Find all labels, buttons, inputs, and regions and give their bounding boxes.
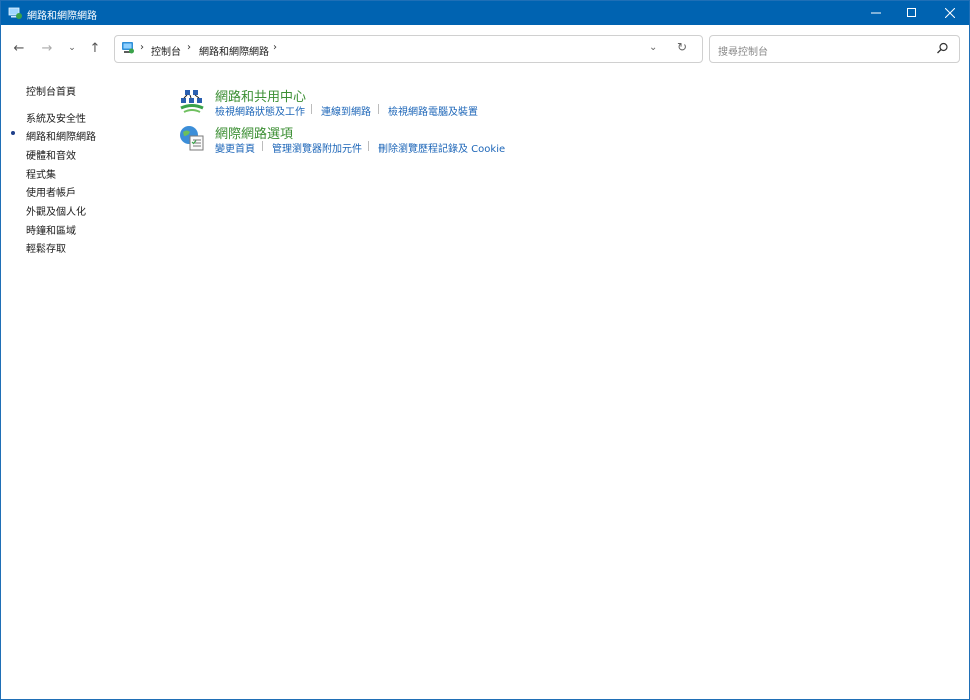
search-icon[interactable] (936, 42, 949, 55)
network-app-icon (8, 7, 22, 19)
search-box[interactable]: 搜尋控制台 (709, 35, 960, 63)
task-manage-browser-addons[interactable]: 管理瀏覽器附加元件 (272, 140, 362, 155)
breadcrumb-separator-icon[interactable]: › (273, 42, 277, 53)
network-sharing-center-icon[interactable] (178, 87, 206, 115)
sidebar-item-appearance[interactable]: 外觀及個人化 (26, 203, 86, 218)
chevron-down-icon: ⌄ (68, 43, 76, 53)
minimize-icon (871, 12, 881, 14)
up-button[interactable]: ↑ (86, 39, 104, 57)
refresh-icon[interactable]: ↻ (677, 40, 687, 54)
breadcrumb-separator-icon[interactable]: › (187, 42, 191, 53)
close-icon (945, 8, 955, 18)
sidebar-item-system-security[interactable]: 系統及安全性 (26, 110, 86, 125)
sidebar-item-ease-of-access[interactable]: 輕鬆存取 (26, 240, 66, 255)
sidebar-item-clock-region[interactable]: 時鐘和區域 (26, 222, 76, 237)
task-separator (262, 141, 263, 151)
breadcrumb-control-panel[interactable]: 控制台 (151, 43, 181, 58)
sidebar-item-hardware-sound[interactable]: 硬體和音效 (26, 147, 76, 162)
search-input[interactable]: 搜尋控制台 (718, 43, 768, 58)
address-bar[interactable]: › 控制台 › 網路和網際網路 › ⌄ ↻ (114, 35, 703, 63)
address-dropdown-icon[interactable]: ⌄ (649, 42, 657, 53)
arrow-left-icon: ← (13, 40, 25, 56)
title-bar: 網路和網際網路 (1, 1, 969, 25)
task-separator (311, 104, 312, 114)
task-change-home-page[interactable]: 變更首頁 (215, 140, 255, 155)
task-separator (378, 104, 379, 114)
sidebar-item-network-internet[interactable]: 網路和網際網路 (26, 128, 96, 143)
forward-button[interactable]: → (38, 39, 56, 57)
window-title: 網路和網際網路 (27, 11, 97, 22)
maximize-icon (907, 8, 916, 17)
sidebar-item-user-accounts[interactable]: 使用者帳戶 (26, 184, 76, 199)
internet-options-icon[interactable] (178, 124, 206, 152)
breadcrumb-network-internet[interactable]: 網路和網際網路 (199, 43, 269, 58)
sidebar-item-home[interactable]: 控制台首頁 (26, 83, 76, 98)
task-view-network-computers[interactable]: 檢視網路電腦及裝置 (388, 103, 478, 118)
task-delete-browsing-history[interactable]: 刪除瀏覽歷程記錄及 Cookie (378, 140, 505, 155)
task-view-network-status[interactable]: 檢視網路狀態及工作 (215, 103, 305, 118)
recent-locations-button[interactable]: ⌄ (63, 39, 81, 57)
arrow-up-icon: ↑ (89, 40, 101, 56)
maximize-button[interactable] (895, 1, 929, 25)
arrow-right-icon: → (41, 40, 53, 56)
close-button[interactable] (933, 1, 967, 25)
sidebar-item-programs[interactable]: 程式集 (26, 166, 56, 181)
minimize-button[interactable] (859, 1, 893, 25)
back-button[interactable]: ← (10, 39, 28, 57)
task-separator (368, 141, 369, 151)
control-panel-icon (122, 42, 134, 54)
current-page-bullet-icon (11, 131, 15, 135)
control-panel-window: 網路和網際網路 ← → ⌄ ↑ › 控制台 › 網路和網際網路 › ⌄ ↻ 搜尋… (0, 0, 970, 700)
task-connect-to-network[interactable]: 連線到網路 (321, 103, 371, 118)
breadcrumb-separator-icon[interactable]: › (140, 42, 144, 53)
